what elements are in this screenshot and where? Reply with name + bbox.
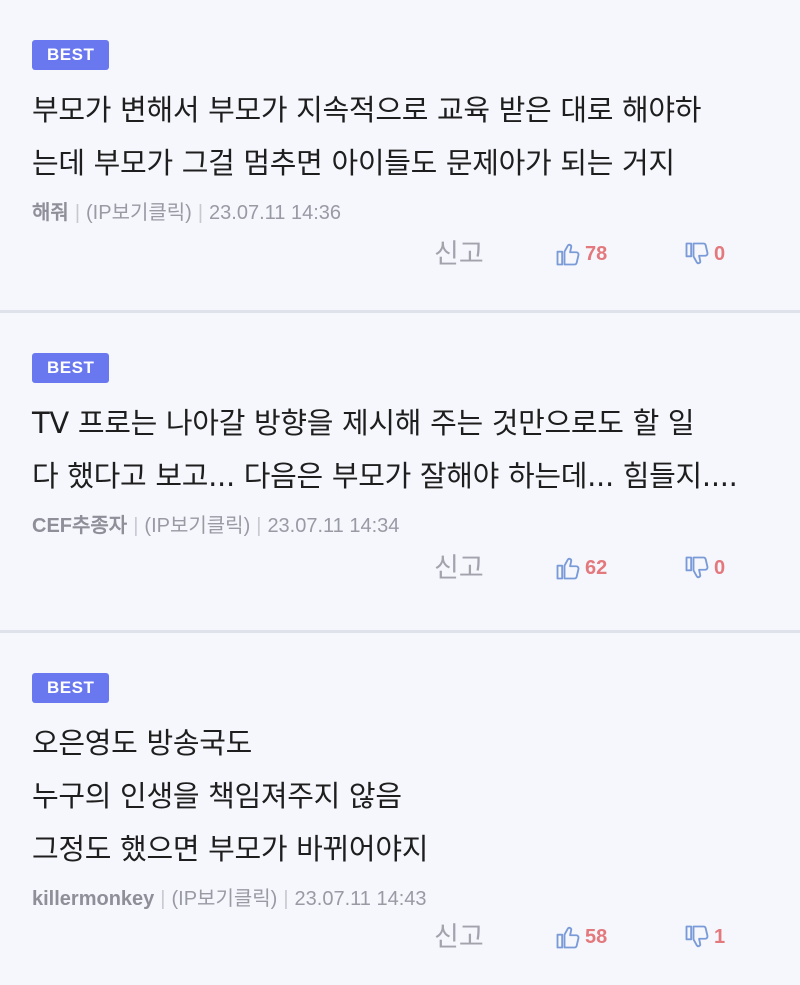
dislike-button[interactable]: 0	[683, 234, 725, 274]
comment-datetime: 23.07.11 14:36	[209, 202, 342, 224]
comment-datetime: 23.07.11 14:43	[294, 888, 427, 910]
comment-item: BEST 부모가 변해서 부모가 지속적으로 교육 받은 대로 해야하 는데 부…	[0, 0, 800, 313]
best-badge: BEST	[32, 40, 110, 70]
comment-actions: 신고 58 1	[0, 917, 800, 957]
report-button[interactable]: 신고	[434, 548, 484, 588]
best-badge: BEST	[32, 673, 110, 703]
comment-meta: killermonkey | (IP보기클릭) | 23.07.11 14:43	[32, 884, 776, 914]
dislike-button[interactable]: 1	[683, 917, 725, 957]
author-name[interactable]: CEF추종자	[32, 515, 127, 537]
dislike-count: 0	[714, 556, 726, 579]
comment-line: 누구의 인생을 책임져주지 않음	[32, 779, 402, 813]
dislike-button[interactable]: 0	[683, 548, 725, 588]
comment-line: 오은영도 방송국도	[32, 726, 252, 760]
comment-actions: 신고 62 0	[0, 548, 800, 588]
comment-line: 다 했다고 보고... 다음은 부모가 잘해야 하는데... 힘들지....	[32, 459, 738, 493]
comment-line: 그정도 했으면 부모가 바뀌어야지	[32, 832, 429, 866]
like-count: 62	[585, 556, 608, 579]
ip-view-link[interactable]: (IP보기클릭)	[144, 515, 250, 537]
thumbs-up-icon	[554, 923, 582, 951]
meta-separator: |	[160, 888, 166, 910]
best-badge: BEST	[32, 353, 110, 383]
ip-view-link[interactable]: (IP보기클릭)	[86, 202, 192, 224]
comment-meta: CEF추종자 | (IP보기클릭) | 23.07.11 14:34	[32, 511, 776, 541]
like-button[interactable]: 78	[554, 234, 607, 274]
comment-item: BEST 오은영도 방송국도 누구의 인생을 책임져주지 않음 그정도 했으면 …	[0, 633, 800, 985]
comment-datetime: 23.07.11 14:34	[267, 515, 400, 537]
comment-line: 는데 부모가 그걸 멈추면 아이들도 문제아가 되는 거지	[32, 146, 675, 180]
author-name[interactable]: killermonkey	[32, 888, 154, 910]
author-name[interactable]: 해줘	[32, 202, 69, 224]
comment-item: BEST TV 프로는 나아갈 방향을 제시해 주는 것만으로도 할 일 다 했…	[0, 313, 800, 633]
comment-actions: 신고 78 0	[0, 234, 800, 274]
dislike-count: 1	[714, 925, 726, 948]
like-button[interactable]: 58	[554, 917, 607, 957]
thumbs-up-icon	[554, 554, 582, 582]
comment-line: 부모가 변해서 부모가 지속적으로 교육 받은 대로 해야하	[32, 93, 702, 127]
like-button[interactable]: 62	[554, 548, 607, 588]
comment-body: 부모가 변해서 부모가 지속적으로 교육 받은 대로 해야하 는데 부모가 그걸…	[32, 84, 776, 190]
meta-separator: |	[133, 515, 139, 537]
thumbs-down-icon	[683, 923, 711, 951]
comment-line: TV 프로는 나아갈 방향을 제시해 주는 것만으로도 할 일	[32, 406, 695, 440]
comment-meta: 해줘 | (IP보기클릭) | 23.07.11 14:36	[32, 198, 776, 228]
thumbs-up-icon	[554, 240, 582, 268]
comment-body: 오은영도 방송국도 누구의 인생을 책임져주지 않음 그정도 했으면 부모가 바…	[32, 717, 776, 876]
report-button[interactable]: 신고	[434, 234, 484, 274]
like-count: 58	[585, 925, 608, 948]
like-count: 78	[585, 242, 608, 265]
thumbs-down-icon	[683, 240, 711, 268]
comment-body: TV 프로는 나아갈 방향을 제시해 주는 것만으로도 할 일 다 했다고 보고…	[32, 397, 776, 503]
report-button[interactable]: 신고	[434, 917, 484, 957]
ip-view-link[interactable]: (IP보기클릭)	[172, 888, 278, 910]
meta-separator: |	[283, 888, 289, 910]
meta-separator: |	[74, 202, 81, 224]
dislike-count: 0	[714, 242, 726, 265]
meta-separator: |	[197, 202, 204, 224]
thumbs-down-icon	[683, 554, 711, 582]
meta-separator: |	[256, 515, 262, 537]
